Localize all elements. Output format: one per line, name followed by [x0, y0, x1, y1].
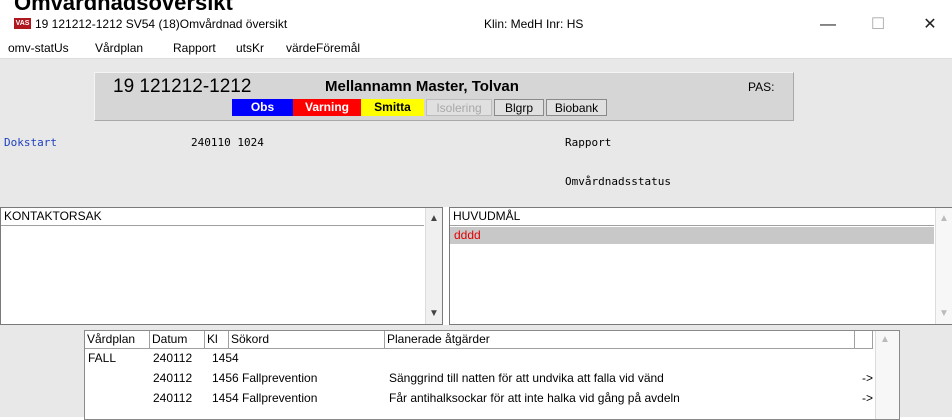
- col-extra: [855, 331, 873, 349]
- row2-detail-arrow[interactable]: ->: [862, 391, 873, 406]
- col-datum[interactable]: Datum: [150, 331, 205, 349]
- scroll-up-icon[interactable]: ▲: [426, 210, 442, 227]
- careplan-area: Vårdplan Datum Kl Sökord Planerade åtgär…: [0, 325, 952, 420]
- flag-smitta[interactable]: Smitta: [361, 99, 424, 116]
- row1-atgard[interactable]: Sänggrind till natten för att undvika at…: [389, 371, 664, 386]
- header-area: 19 121212-1212 Mellannamn Master, Tolvan…: [0, 59, 952, 207]
- blgrp-button[interactable]: Blgrp: [494, 99, 544, 116]
- minimize-button[interactable]: —: [808, 14, 848, 36]
- window-klin-info: Klin: MedH Inr: HS: [484, 17, 584, 31]
- huvudmal-scrollbar[interactable]: ▲ ▼: [935, 208, 952, 324]
- menu-vardplan[interactable]: Vårdplan: [95, 41, 143, 55]
- flag-varning[interactable]: Varning: [293, 99, 361, 116]
- careplan-table[interactable]: Vårdplan Datum Kl Sökord Planerade åtgär…: [84, 330, 900, 420]
- kontaktorsak-panel[interactable]: KONTAKTORSAK ▲ ▼: [0, 207, 443, 325]
- row2-kl: 1454: [212, 391, 239, 405]
- col-planerade-atgarder[interactable]: Planerade åtgärder: [385, 331, 855, 349]
- app-icon: VAS: [14, 18, 31, 29]
- menu-bar: omv-statUs Vårdplan Rapport utsKr värdeF…: [0, 37, 952, 59]
- row2-datum: 240112: [153, 391, 193, 405]
- col-vardplan[interactable]: Vårdplan: [85, 331, 150, 349]
- close-button[interactable]: ✕: [910, 14, 950, 36]
- row1-detail-arrow[interactable]: ->: [862, 371, 873, 386]
- row2-atgard[interactable]: Får antihalksockar för att inte halka vi…: [389, 391, 680, 406]
- row1-datum: 240112: [153, 371, 193, 385]
- huvudmal-item[interactable]: dddd: [450, 227, 934, 244]
- flag-isolering[interactable]: Isolering: [426, 99, 492, 116]
- omvardnadsstatus-label: Omvårdnadsstatus: [565, 175, 671, 188]
- maximize-button[interactable]: ☐: [858, 14, 898, 36]
- table-scrollbar[interactable]: ▲: [875, 331, 899, 419]
- patient-banner: 19 121212-1212 Mellannamn Master, Tolvan…: [94, 72, 794, 121]
- flag-obs[interactable]: Obs: [232, 99, 293, 116]
- menu-rapport[interactable]: Rapport: [173, 41, 216, 55]
- scroll-down-icon[interactable]: ▼: [936, 305, 952, 322]
- col-kl[interactable]: Kl: [205, 331, 229, 349]
- row0-vardplan: FALL: [88, 351, 117, 365]
- menu-vardeforemal[interactable]: värdeFöremål: [286, 41, 360, 55]
- col-sokord[interactable]: Sökord: [229, 331, 385, 349]
- pas-label: PAS:: [748, 80, 775, 94]
- row1-kl: 1456: [212, 371, 239, 385]
- patient-name: Mellannamn Master, Tolvan: [325, 78, 519, 95]
- row2-sokord: Fallprevention: [242, 391, 318, 405]
- kontaktorsak-scrollbar[interactable]: ▲ ▼: [425, 208, 442, 324]
- huvudmal-header: HUVUDMÅL: [450, 208, 934, 226]
- page-heading: Omvårdnadsöversikt: [14, 0, 233, 15]
- row0-kl: 1454: [212, 351, 239, 365]
- dokstart-label[interactable]: Dokstart: [4, 136, 57, 149]
- patient-id: 19 121212-1212: [113, 76, 252, 97]
- kontaktorsak-header: KONTAKTORSAK: [1, 208, 424, 226]
- dokstart-value: 240110 1024: [191, 136, 264, 149]
- scroll-down-icon[interactable]: ▼: [426, 305, 442, 322]
- huvudmal-panel[interactable]: HUVUDMÅL dddd ▲ ▼: [449, 207, 952, 325]
- window-titlebar: VAS 19 121212-1212 SV54 (18)Omvårdnad öv…: [0, 14, 952, 36]
- scroll-up-icon[interactable]: ▲: [936, 210, 952, 227]
- row1-sokord: Fallprevention: [242, 371, 318, 385]
- biobank-button[interactable]: Biobank: [546, 99, 607, 116]
- menu-omv-status[interactable]: omv-statUs: [8, 41, 69, 55]
- row0-datum: 240112: [153, 351, 193, 365]
- rapport-label: Rapport: [565, 136, 612, 149]
- window-title: 19 121212-1212 SV54 (18)Omvårdnad översi…: [35, 17, 288, 31]
- scroll-up-icon[interactable]: ▲: [880, 334, 890, 345]
- menu-utskr[interactable]: utsKr: [236, 41, 264, 55]
